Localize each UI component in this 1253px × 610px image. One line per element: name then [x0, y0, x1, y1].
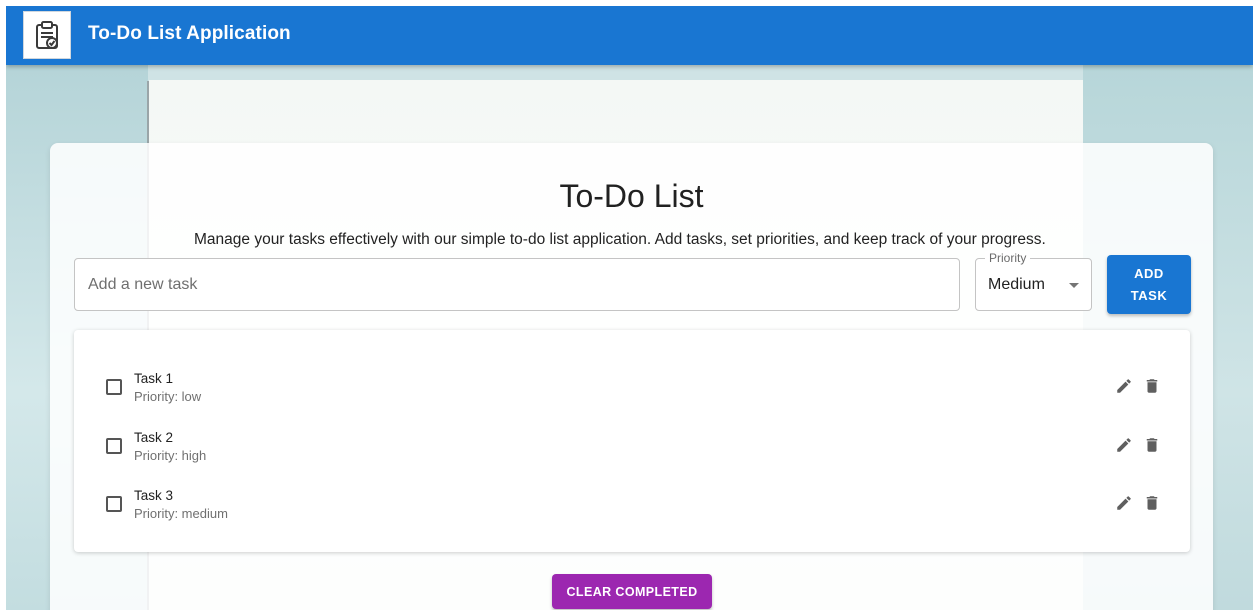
- pencil-icon[interactable]: [1115, 436, 1133, 454]
- clipboard-check-icon: [23, 11, 71, 59]
- trash-icon[interactable]: [1143, 493, 1161, 513]
- app-bar: To-Do List Application: [6, 6, 1253, 65]
- add-task-button-line1: ADD: [1134, 265, 1164, 281]
- task-priority: Priority: low: [134, 389, 202, 404]
- task-row: Task 1 Priority: low: [74, 365, 1190, 411]
- chevron-down-icon: [1069, 283, 1079, 288]
- task-name: Task 1: [134, 371, 174, 386]
- trash-icon[interactable]: [1143, 376, 1161, 396]
- priority-selected-value: Medium: [988, 276, 1045, 293]
- task-row: Task 2 Priority: high: [74, 424, 1190, 470]
- pencil-icon[interactable]: [1115, 494, 1133, 512]
- todo-panel: To-Do List Manage your tasks effectively…: [50, 143, 1213, 610]
- priority-label: Priority: [985, 251, 1031, 265]
- page-description: Manage your tasks effectively with our s…: [194, 231, 1046, 248]
- new-task-input[interactable]: [74, 258, 960, 311]
- task-name: Task 2: [134, 430, 174, 445]
- checkbox-unchecked-icon[interactable]: [106, 379, 122, 395]
- pencil-icon[interactable]: [1115, 377, 1133, 395]
- checkbox-unchecked-icon[interactable]: [106, 438, 122, 454]
- task-priority: Priority: high: [134, 448, 207, 463]
- add-task-button-line2: TASK: [1130, 287, 1168, 303]
- priority-select[interactable]: Priority Medium: [975, 251, 1092, 311]
- page-title: To-Do List: [559, 178, 704, 214]
- checkbox-unchecked-icon[interactable]: [106, 496, 122, 512]
- add-task-button[interactable]: ADD TASK: [1107, 255, 1191, 314]
- task-name: Task 3: [134, 488, 174, 503]
- task-priority: Priority: medium: [134, 506, 228, 521]
- app-window: To-Do List Application To-Do List Manage…: [6, 6, 1253, 610]
- task-row: Task 3 Priority: medium: [74, 482, 1190, 528]
- clear-completed-button[interactable]: CLEAR COMPLETED: [552, 574, 712, 609]
- trash-icon[interactable]: [1143, 435, 1161, 455]
- app-title: To-Do List Application: [88, 23, 291, 44]
- task-list: Task 1 Priority: low Task 2 Priority: hi…: [74, 330, 1190, 552]
